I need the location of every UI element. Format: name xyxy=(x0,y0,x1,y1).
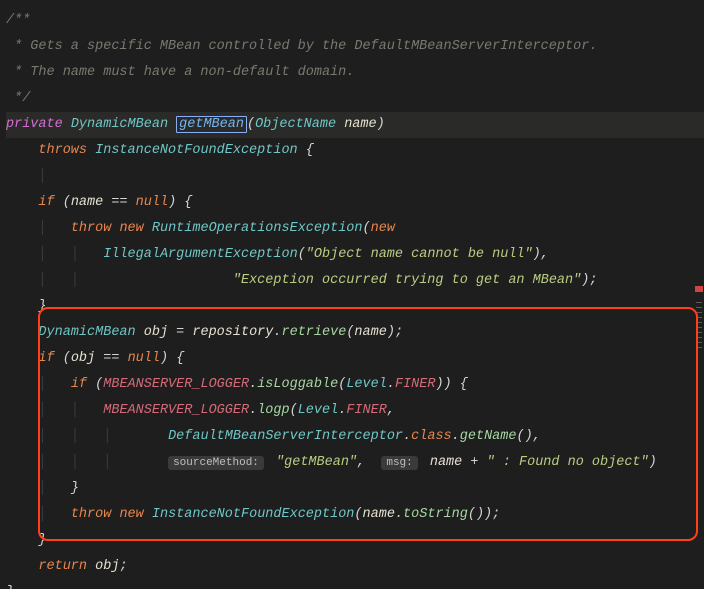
keyword-new: new xyxy=(119,221,143,236)
type-name: RuntimeOperationsException xyxy=(152,221,363,236)
code-line: */ xyxy=(6,86,704,112)
keyword-if: if xyxy=(38,351,54,366)
comment-text: */ xyxy=(6,91,30,106)
identifier: obj xyxy=(144,325,168,340)
code-line: if (name == null) { xyxy=(6,190,704,216)
type-name: InstanceNotFoundException xyxy=(152,507,355,522)
code-line: } xyxy=(6,294,704,320)
identifier: name xyxy=(430,455,462,470)
keyword-null: null xyxy=(128,351,160,366)
string-literal: "getMBean" xyxy=(276,455,357,470)
code-line: │ │ MBEANSERVER_LOGGER.logp(Level.FINER, xyxy=(6,398,704,424)
constant: MBEANSERVER_LOGGER xyxy=(103,377,249,392)
type-name: IllegalArgumentException xyxy=(103,247,297,262)
code-line: } xyxy=(6,528,704,554)
identifier: name xyxy=(71,195,103,210)
code-line: │ │ IllegalArgumentException("Object nam… xyxy=(6,242,704,268)
code-line: } xyxy=(6,580,704,589)
comment-text: * The name must have a non-default domai… xyxy=(6,65,354,80)
type-name: InstanceNotFoundException xyxy=(95,143,298,158)
param-name: name xyxy=(344,117,376,132)
param-hint: msg: xyxy=(381,456,417,470)
keyword-throw: throw xyxy=(71,507,112,522)
code-line: │ throw new RuntimeOperationsException(n… xyxy=(6,216,704,242)
method-name: getMBean xyxy=(179,117,244,132)
comment-text: * Gets a specific MBean controlled by th… xyxy=(6,39,597,54)
code-line: │ } xyxy=(6,476,704,502)
code-line: * The name must have a non-default domai… xyxy=(6,60,704,86)
keyword-throw: throw xyxy=(71,221,112,236)
method-call: retrieve xyxy=(282,325,347,340)
error-marker-icon xyxy=(695,286,703,292)
type-name: DynamicMBean xyxy=(71,117,168,132)
constant: MBEANSERVER_LOGGER xyxy=(103,403,249,418)
code-line: return obj; xyxy=(6,554,704,580)
code-line: /** xyxy=(6,8,704,34)
method-call: logp xyxy=(257,403,289,418)
code-line: DynamicMBean obj = repository.retrieve(n… xyxy=(6,320,704,346)
identifier: obj xyxy=(95,559,119,574)
comment-text: /** xyxy=(6,13,30,28)
identifier: name xyxy=(363,507,395,522)
string-literal: "Object name cannot be null" xyxy=(306,247,533,262)
type-name: DefaultMBeanServerInterceptor xyxy=(168,429,403,444)
code-line: throws InstanceNotFoundException { xyxy=(6,138,704,164)
code-line: private DynamicMBean getMBean(ObjectName… xyxy=(6,112,704,138)
method-call: toString xyxy=(403,507,468,522)
identifier: repository xyxy=(192,325,273,340)
code-line: │ throw new InstanceNotFoundException(na… xyxy=(6,502,704,528)
identifier: obj xyxy=(71,351,95,366)
method-call: getName xyxy=(460,429,517,444)
code-line: * Gets a specific MBean controlled by th… xyxy=(6,34,704,60)
code-line: │ │ "Exception occurred trying to get an… xyxy=(6,268,704,294)
method-call: isLoggable xyxy=(257,377,338,392)
code-line: if (obj == null) { xyxy=(6,346,704,372)
keyword-new: new xyxy=(371,221,395,236)
keyword-private: private xyxy=(6,117,63,132)
code-editor[interactable]: /** * Gets a specific MBean controlled b… xyxy=(0,0,704,589)
string-literal: "Exception occurred trying to get an MBe… xyxy=(233,273,581,288)
constant: FINER xyxy=(395,377,436,392)
blank-line: │ xyxy=(6,164,704,190)
string-literal: " : Found no object" xyxy=(487,455,649,470)
code-line: │ │ │ sourceMethod: "getMBean", msg: nam… xyxy=(6,450,704,476)
keyword-return: return xyxy=(38,559,87,574)
code-line: │ if (MBEANSERVER_LOGGER.isLoggable(Leve… xyxy=(6,372,704,398)
code-line: │ │ │ DefaultMBeanServerInterceptor.clas… xyxy=(6,424,704,450)
identifier: name xyxy=(354,325,386,340)
type-name: Level xyxy=(346,377,387,392)
keyword-if: if xyxy=(71,377,87,392)
keyword-null: null xyxy=(136,195,168,210)
constant: FINER xyxy=(346,403,387,418)
keyword-class: class xyxy=(411,429,452,444)
type-name: DynamicMBean xyxy=(38,325,135,340)
keyword-throws: throws xyxy=(38,143,87,158)
keyword-new: new xyxy=(119,507,143,522)
keyword-if: if xyxy=(38,195,54,210)
type-name: Level xyxy=(298,403,339,418)
param-hint: sourceMethod: xyxy=(168,456,264,470)
type-name: ObjectName xyxy=(255,117,336,132)
minimap[interactable] xyxy=(696,302,702,348)
